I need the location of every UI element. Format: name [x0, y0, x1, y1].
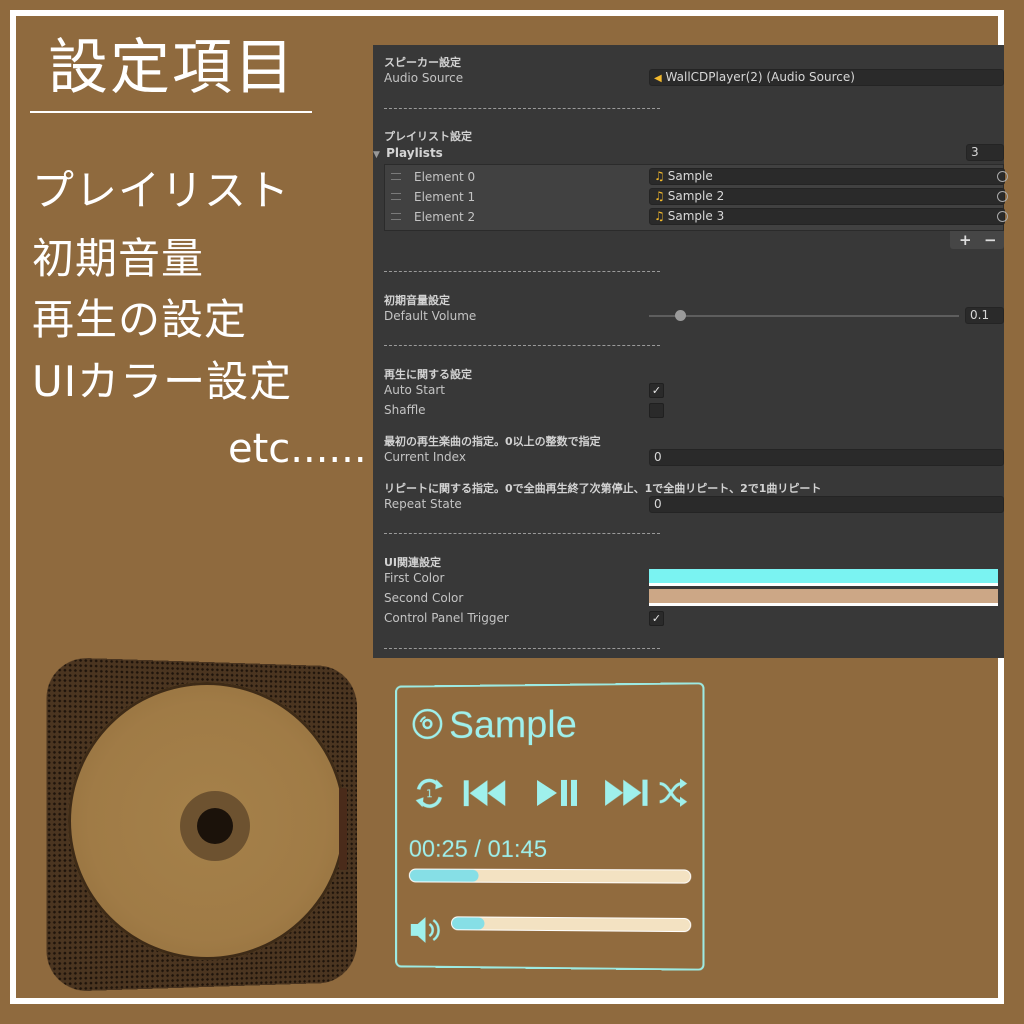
element-object-field[interactable]: ♫ Sample 3: [649, 208, 1008, 225]
progress-bar[interactable]: [408, 868, 692, 884]
disc-icon: [412, 708, 443, 740]
cd-slot: [339, 788, 347, 870]
playlist-settings-header: プレイリスト設定: [384, 130, 472, 143]
element-object-field[interactable]: ♫ Sample 2: [649, 188, 1008, 205]
playlists-label: Playlists: [386, 146, 443, 160]
play-pause-button[interactable]: [535, 776, 581, 810]
element-value: Sample 2: [667, 189, 725, 203]
separator: [384, 648, 660, 649]
previous-button[interactable]: [462, 776, 509, 810]
slider-thumb[interactable]: [675, 310, 686, 321]
next-button[interactable]: [603, 776, 649, 810]
shuffle-icon[interactable]: [658, 775, 689, 809]
repeat-header: リピートに関する指定。0で全曲再生終了次第停止、1で全曲リピート、2で1曲リピー…: [384, 482, 822, 495]
audio-source-label: Audio Source: [384, 71, 464, 85]
add-element-button[interactable]: +: [959, 231, 972, 249]
playback-settings-header: 再生に関する設定: [384, 368, 472, 381]
list-item[interactable]: Element 1 ♫ Sample 2: [385, 187, 1008, 207]
speaker-icon[interactable]: [409, 913, 444, 947]
playlists-count-field[interactable]: 3: [966, 144, 1004, 161]
object-picker-icon[interactable]: [997, 191, 1008, 202]
object-picker-icon[interactable]: [997, 211, 1008, 222]
current-index-field[interactable]: 0: [649, 449, 1004, 466]
object-picker-icon[interactable]: [997, 171, 1008, 182]
shaffle-checkbox[interactable]: [649, 403, 664, 418]
speaker-settings-header: スピーカー設定: [384, 56, 461, 69]
foldout-arrow-icon: ▼: [373, 150, 380, 160]
first-color-label: First Color: [384, 571, 445, 585]
list-add-remove: + −: [950, 231, 1004, 249]
volume-settings-header: 初期音量設定: [384, 294, 450, 307]
repeat-badge: 1: [426, 787, 433, 800]
ui-settings-header: UI関連設定: [384, 556, 442, 569]
feature-initial-volume: 初期音量: [32, 234, 205, 283]
volume-fill: [451, 917, 485, 930]
drag-handle-icon[interactable]: [391, 193, 401, 200]
first-color-field[interactable]: [649, 569, 998, 586]
feature-ui-color-settings: UIカラー設定: [32, 357, 293, 406]
playlists-foldout[interactable]: ▼ Playlists: [373, 146, 443, 160]
title-underline: [30, 111, 312, 113]
repeat-one-icon[interactable]: 1: [413, 776, 446, 810]
element-object-field[interactable]: ♫ Sample: [649, 168, 1008, 185]
current-index-label: Current Index: [384, 450, 466, 464]
element-value: Sample 3: [667, 209, 725, 223]
cd-center-hole: [197, 808, 233, 844]
drag-handle-icon[interactable]: [391, 173, 401, 180]
audio-source-field[interactable]: ◀ WallCDPlayer(2) (Audio Source): [649, 69, 1004, 86]
element-label: Element 0: [414, 170, 476, 184]
separator: [384, 345, 660, 346]
separator: [384, 108, 660, 109]
list-item[interactable]: Element 2 ♫ Sample 3: [385, 207, 1008, 227]
default-volume-field[interactable]: 0.1: [965, 307, 1004, 324]
song-title: Sample: [449, 703, 577, 747]
separator: [384, 533, 660, 534]
feature-playback-settings: 再生の設定: [32, 295, 248, 344]
audio-source-icon: ◀: [654, 73, 662, 84]
drag-handle-icon[interactable]: [391, 213, 401, 220]
progress-fill: [409, 869, 479, 882]
default-volume-label: Default Volume: [384, 309, 477, 323]
remove-element-button[interactable]: −: [984, 231, 997, 249]
element-label: Element 1: [414, 190, 476, 204]
repeat-state-field[interactable]: 0: [649, 496, 1004, 513]
element-label: Element 2: [414, 210, 476, 224]
control-panel-trigger-checkbox[interactable]: ✓: [649, 611, 664, 626]
feature-etc: etc......: [228, 426, 367, 472]
shaffle-label: Shaffle: [384, 403, 426, 417]
page-title: 設定項目: [48, 33, 296, 103]
audio-clip-icon: ♫: [654, 169, 665, 183]
second-color-field[interactable]: [649, 589, 998, 606]
audio-clip-icon: ♫: [654, 209, 665, 223]
volume-bar[interactable]: [450, 916, 692, 933]
list-item[interactable]: Element 0 ♫ Sample: [385, 167, 1008, 187]
auto-start-label: Auto Start: [384, 383, 445, 397]
control-panel-trigger-label: Control Panel Trigger: [384, 611, 509, 625]
separator: [384, 271, 660, 272]
repeat-state-label: Repeat State: [384, 497, 462, 511]
control-panel: Sample 1 00:25 / 01:45: [395, 682, 705, 971]
default-volume-slider[interactable]: [649, 310, 959, 321]
element-value: Sample: [667, 169, 713, 183]
playlist-list: Element 0 ♫ Sample Element 1 ♫ Sample 2 El…: [384, 164, 1008, 231]
audio-source-value: WallCDPlayer(2) (Audio Source): [665, 70, 855, 84]
feature-playlist: プレイリスト: [32, 166, 291, 215]
second-color-label: Second Color: [384, 591, 464, 605]
inspector-panel: スピーカー設定 Audio Source ◀ WallCDPlayer(2) (…: [373, 45, 1008, 658]
current-index-header: 最初の再生楽曲の指定。0以上の整数で指定: [384, 435, 601, 448]
time-readout: 00:25 / 01:45: [408, 835, 548, 863]
auto-start-checkbox[interactable]: ✓: [649, 383, 664, 398]
audio-clip-icon: ♫: [654, 189, 665, 203]
